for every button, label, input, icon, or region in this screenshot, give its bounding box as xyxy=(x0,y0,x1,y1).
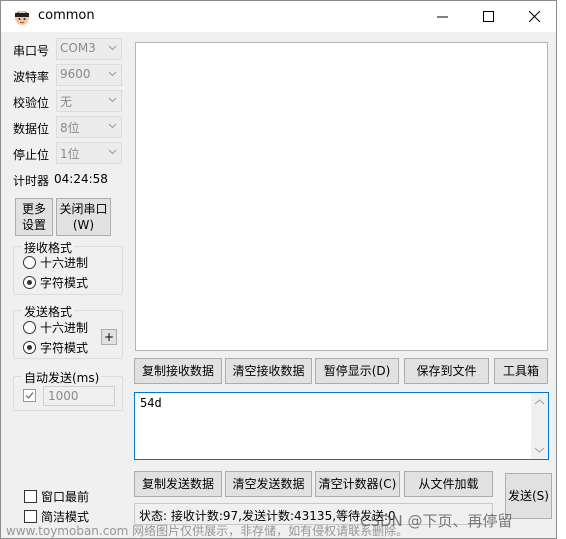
baud-label: 波特率 xyxy=(13,70,50,84)
parity-value: 无 xyxy=(60,95,73,109)
radio-selected-icon xyxy=(23,341,36,354)
save-to-file-button[interactable]: 保存到文件 xyxy=(404,358,489,384)
maximize-button[interactable] xyxy=(465,1,511,32)
send-format-title: 发送格式 xyxy=(22,303,75,320)
send-text: 54d xyxy=(140,396,162,410)
auto-send-interval-input[interactable]: 1000 xyxy=(43,386,115,406)
stopbits-select[interactable]: 1位 xyxy=(56,142,122,164)
checkmark-icon xyxy=(25,392,34,400)
chevron-down-icon xyxy=(108,71,117,77)
port-value: COM3 xyxy=(60,41,96,55)
auto-send-checkbox[interactable] xyxy=(23,389,36,402)
databits-value: 8位 xyxy=(60,121,80,135)
databits-select[interactable]: 8位 xyxy=(56,116,122,138)
watermark-right: CSDN @下页、再停留 xyxy=(360,512,513,530)
watermark-left: www.toymoban.com 网络图片仅供展示，非存储，如有侵权请联系删除。 xyxy=(6,524,409,538)
window-title: common xyxy=(38,8,95,23)
chevron-down-icon xyxy=(108,45,117,51)
port-select[interactable]: COM3 xyxy=(56,38,122,60)
stay-on-top-label: 窗口最前 xyxy=(41,490,90,504)
baud-select[interactable]: 9600 xyxy=(56,64,122,86)
copy-rx-button[interactable]: 复制接收数据 xyxy=(134,358,222,384)
scroll-up-icon xyxy=(534,399,545,405)
pause-display-button[interactable]: 暂停显示(D) xyxy=(315,358,399,384)
clear-counter-button[interactable]: 清空计数器(C) xyxy=(315,471,400,497)
toolbox-button[interactable]: 工具箱 xyxy=(494,358,548,384)
radio-selected-icon xyxy=(23,276,36,289)
chevron-down-icon xyxy=(108,149,117,155)
maximize-icon xyxy=(482,11,494,22)
timer-label: 计时器 xyxy=(13,174,50,188)
close-button[interactable] xyxy=(511,1,556,32)
scroll-down-icon xyxy=(534,447,545,453)
send-textarea[interactable]: 54d xyxy=(134,392,549,460)
copy-tx-button[interactable]: 复制发送数据 xyxy=(134,471,222,497)
more-settings-button[interactable]: 更多 设置 xyxy=(15,198,53,236)
title-bar[interactable]: common xyxy=(1,1,556,32)
close-icon xyxy=(528,11,540,22)
plus-button[interactable]: + xyxy=(101,329,117,345)
minimize-icon xyxy=(436,16,448,18)
parity-select[interactable]: 无 xyxy=(56,90,122,112)
clear-rx-button[interactable]: 清空接收数据 xyxy=(225,358,312,384)
stay-on-top-option[interactable]: 窗口最前 xyxy=(24,488,89,505)
radio-icon xyxy=(23,321,36,334)
receive-hex-option[interactable]: 十六进制 xyxy=(23,254,88,271)
clear-tx-button[interactable]: 清空发送数据 xyxy=(225,471,312,497)
chevron-down-icon xyxy=(108,97,117,103)
receive-textarea[interactable] xyxy=(135,42,548,351)
chevron-down-icon xyxy=(108,123,117,129)
port-label: 串口号 xyxy=(13,44,50,58)
receive-char-label: 字符模式 xyxy=(40,276,89,290)
send-scrollbar[interactable] xyxy=(531,393,548,459)
main-window: common 串口号 COM3 波特率 9600 校验位 无 数据位 8位 停止… xyxy=(0,0,557,539)
receive-char-option[interactable]: 字符模式 xyxy=(23,274,88,291)
close-port-button[interactable]: 关闭串口 (W) xyxy=(56,198,111,236)
send-hex-label: 十六进制 xyxy=(40,321,89,335)
databits-label: 数据位 xyxy=(13,122,50,136)
send-hex-option[interactable]: 十六进制 xyxy=(23,319,88,336)
stopbits-value: 1位 xyxy=(60,147,80,161)
timer-value: 04:24:58 xyxy=(54,172,108,186)
checkbox-icon xyxy=(24,490,37,503)
app-avatar-icon xyxy=(15,11,29,25)
stopbits-label: 停止位 xyxy=(13,148,50,162)
radio-icon xyxy=(23,256,36,269)
send-char-option[interactable]: 字符模式 xyxy=(23,339,88,356)
parity-label: 校验位 xyxy=(13,96,50,110)
send-char-label: 字符模式 xyxy=(40,341,89,355)
load-from-file-button[interactable]: 从文件加载 xyxy=(404,471,493,497)
auto-send-title: 自动发送(ms) xyxy=(22,369,102,386)
baud-value: 9600 xyxy=(60,67,91,81)
minimize-button[interactable] xyxy=(419,1,465,32)
receive-hex-label: 十六进制 xyxy=(40,256,89,270)
